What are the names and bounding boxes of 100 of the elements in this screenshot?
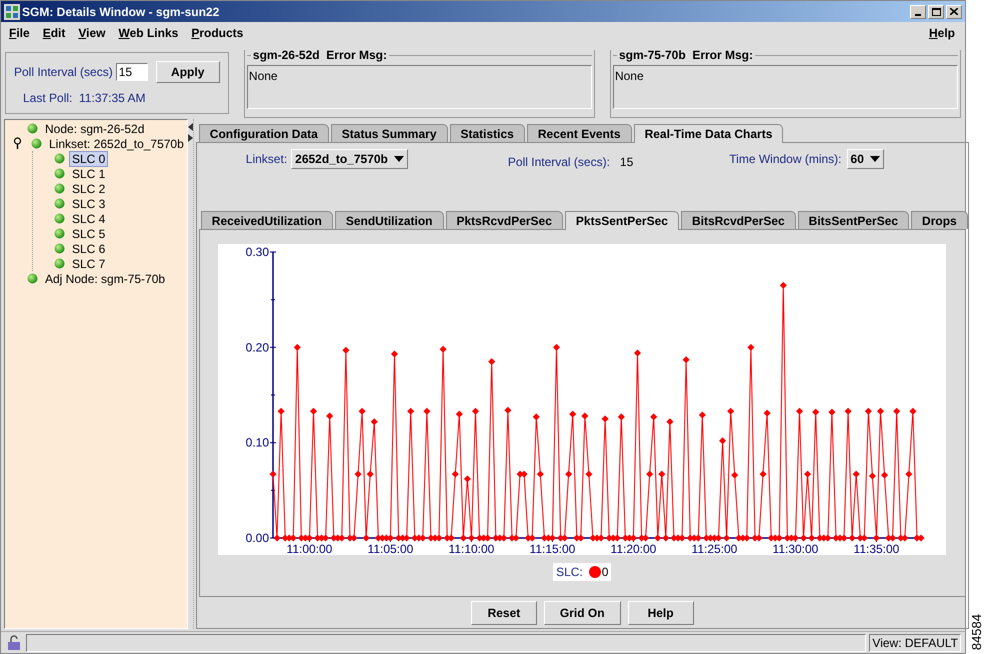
error-message-field[interactable]: None [612, 65, 958, 109]
tree-item[interactable]: SLC 7 [69, 256, 108, 272]
menu-item[interactable]: Help [928, 24, 955, 42]
view-status: View: DEFAULT [869, 634, 961, 652]
tree-item[interactable]: Node: sgm-26-52d [42, 120, 148, 136]
maximize-button[interactable] [928, 4, 944, 18]
data-point [358, 408, 366, 415]
tab[interactable]: Real-Time Data Charts [634, 124, 784, 143]
menu-item[interactable]: Products [191, 24, 244, 42]
last-poll-text: Last Poll: 11:37:35 AM [22, 90, 147, 107]
linkset-label: Linkset: [246, 151, 288, 168]
error-message-field[interactable]: None [246, 65, 592, 109]
tab[interactable]: PktsRcvdPerSec [446, 211, 563, 229]
action-button[interactable]: Reset [470, 600, 537, 624]
data-point [354, 470, 362, 478]
legend-label: SLC: [556, 564, 583, 581]
lock-icon [5, 634, 23, 650]
tree-item[interactable]: SLC 3 [69, 196, 108, 212]
x-tick-label: 11:20:00 [610, 542, 657, 555]
linkset-dropdown[interactable]: 2652d_to_7570b [291, 149, 408, 169]
status-dot-icon [54, 228, 65, 239]
data-point [844, 408, 852, 415]
data-point [565, 470, 572, 478]
data-point [452, 470, 459, 478]
data-point [731, 472, 738, 479]
tab[interactable]: Statistics [450, 124, 525, 142]
data-point [553, 344, 560, 351]
data-point [440, 346, 447, 353]
data-point [719, 437, 726, 444]
menu-item[interactable]: View [78, 24, 106, 42]
data-point [666, 418, 674, 426]
y-tick-label: 0.20 [246, 340, 270, 354]
tree-item[interactable]: SLC 2 [69, 180, 108, 196]
tab[interactable]: Drops [911, 211, 968, 229]
tab[interactable]: BitsSentPerSec [798, 211, 910, 229]
tree-item[interactable]: SLC 1 [69, 166, 108, 182]
error-panel-title: sgm-26-52d Error Msg: [252, 49, 388, 62]
menu-item[interactable]: File [9, 24, 30, 42]
minimize-button[interactable] [910, 4, 926, 18]
y-tick-label: 0.10 [246, 436, 270, 450]
action-button[interactable]: Help [628, 600, 694, 624]
poll-interval-label: Poll Interval (secs): [508, 154, 610, 171]
tab[interactable]: BitsRcvdPerSec [680, 211, 796, 229]
data-point [910, 408, 917, 415]
data-point [504, 406, 512, 414]
data-point [294, 344, 302, 351]
tab[interactable]: Recent Events [526, 124, 632, 142]
data-point [748, 344, 755, 351]
data-point [456, 410, 464, 418]
data-point [464, 475, 472, 482]
data-point [326, 412, 334, 420]
x-tick-label: 11:10:00 [448, 542, 495, 555]
apply-button[interactable]: Apply [156, 61, 220, 83]
tree-item[interactable]: Linkset: 2652d_to_7570b [46, 136, 187, 152]
data-point [310, 408, 318, 415]
tree-item[interactable]: Adj Node: sgm-75-70b [42, 270, 168, 286]
data-point [270, 470, 277, 478]
tab[interactable]: Status Summary [330, 124, 448, 142]
y-tick-label: 0.00 [246, 531, 270, 545]
caret-icon [394, 156, 404, 162]
data-point [727, 408, 734, 415]
tab[interactable]: PktsSentPerSec [564, 211, 679, 230]
tree-item[interactable]: SLC 4 [69, 210, 108, 226]
data-point [602, 415, 609, 422]
app-icon [4, 4, 20, 20]
tree-item[interactable]: SLC 5 [69, 226, 108, 242]
data-point [780, 282, 788, 289]
time-window-label: Time Window (mins): [729, 151, 842, 168]
data-point [852, 470, 860, 478]
action-button[interactable]: Grid On [544, 600, 621, 624]
x-tick-label: 11:35:00 [854, 542, 900, 555]
time-window-dropdown[interactable]: 60 [846, 149, 884, 169]
data-point [828, 408, 836, 416]
menu-item[interactable]: Edit [42, 24, 66, 42]
data-point [881, 472, 888, 479]
y-tick-label: 0.30 [246, 245, 270, 259]
tab[interactable]: ReceivedUtilization [200, 211, 333, 229]
tab[interactable]: Configuration Data [198, 124, 329, 142]
data-point [371, 418, 378, 426]
data-point [760, 470, 767, 478]
status-dot-icon [27, 273, 38, 284]
window-title: SGM: Details Window - sgm-sun22 [22, 4, 220, 20]
data-point [533, 413, 540, 420]
poll-interval-field[interactable]: 15 [116, 63, 148, 81]
data-point [407, 408, 414, 415]
tree-item[interactable]: SLC 0 [69, 150, 108, 166]
status-dot-icon [54, 183, 65, 194]
x-tick-label: 11:15:00 [530, 542, 576, 555]
data-point [682, 356, 690, 364]
expanded-toggle-icon[interactable] [13, 137, 22, 150]
data-point [877, 408, 884, 415]
data-point [582, 412, 589, 420]
data-point [650, 413, 658, 420]
close-button[interactable] [946, 4, 962, 18]
x-tick-label: 11:05:00 [368, 542, 414, 555]
menu-item[interactable]: Web Links [118, 24, 178, 42]
tree-item[interactable]: SLC 6 [69, 240, 108, 256]
data-point [764, 410, 771, 417]
tab[interactable]: SendUtilization [334, 211, 444, 229]
data-point [804, 470, 812, 478]
